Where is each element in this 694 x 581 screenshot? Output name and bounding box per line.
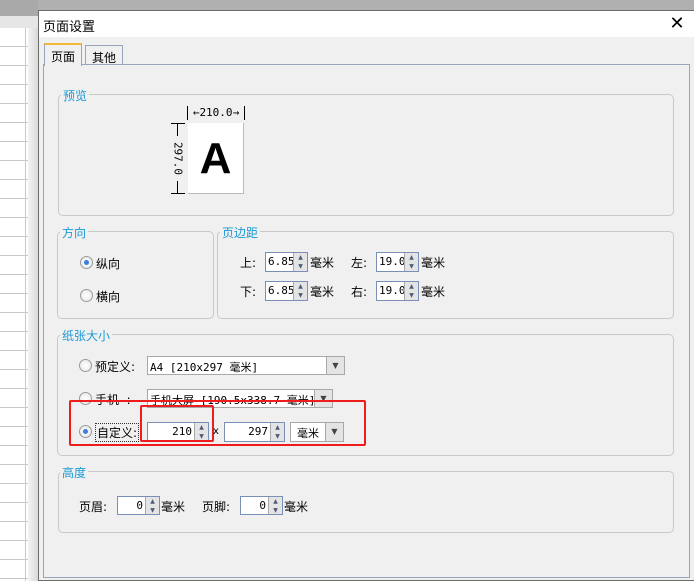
preview-width-dimension: ←210.0→ — [187, 106, 245, 120]
spin-down-icon[interactable]: ▼ — [146, 506, 159, 515]
unit-label: 毫米 — [284, 500, 309, 514]
dialog-title: 页面设置 — [43, 20, 96, 35]
custom-height-value[interactable]: 297 — [225, 423, 270, 441]
spin-down-icon[interactable]: ▼ — [405, 291, 418, 300]
unit-label: 毫米 — [310, 256, 335, 270]
spin-down-icon[interactable]: ▼ — [405, 262, 418, 271]
landscape-label[interactable]: 横向 — [96, 288, 120, 305]
preview-page: A — [188, 123, 244, 194]
preview-height: 297.0 — [171, 141, 185, 176]
portrait-radio[interactable] — [80, 256, 93, 269]
spin-down-icon[interactable]: ▼ — [271, 432, 284, 441]
footer-spinner[interactable]: 0 ▲ ▼ — [240, 496, 283, 515]
margin-left-value[interactable]: 19.05 — [377, 253, 404, 271]
preset-label[interactable]: 预定义: — [95, 358, 135, 375]
margin-bottom-label: 下: — [240, 285, 257, 299]
spin-down-icon[interactable]: ▼ — [294, 262, 307, 271]
header-value[interactable]: 0 — [118, 497, 145, 514]
unit-label: 毫米 — [310, 285, 335, 299]
spin-down-icon[interactable]: ▼ — [294, 291, 307, 300]
margins-group-label: 页边距 — [220, 224, 261, 241]
spin-down-icon[interactable]: ▼ — [269, 506, 282, 515]
unit-label: 毫米 — [421, 285, 446, 299]
unit-label: 毫米 — [421, 256, 446, 270]
portrait-label[interactable]: 纵向 — [96, 255, 120, 272]
background-spreadsheet — [0, 0, 38, 581]
preset-radio[interactable] — [79, 359, 92, 372]
tab-panel: 预览 ←210.0→ 297.0 A 方向 纵向 横向 页边距 上: 6.85 ▲… — [43, 64, 690, 578]
unit-value[interactable]: 毫米 — [291, 423, 325, 441]
footer-label: 页脚: — [202, 500, 231, 514]
spin-up-icon[interactable]: ▲ — [271, 423, 284, 432]
custom-height-spinner[interactable]: 297 ▲ ▼ — [224, 422, 285, 442]
page-setup-dialog: 页面设置 ✕ 页面 其他 预览 ←210.0→ 297.0 A 方向 纵向 横向… — [38, 10, 694, 581]
margin-right-value[interactable]: 19.05 — [377, 282, 404, 300]
chevron-down-icon[interactable]: ▼ — [325, 423, 343, 441]
margin-right-spinner[interactable]: 19.05▲▼ — [376, 281, 419, 301]
orientation-group-label: 方向 — [60, 224, 89, 241]
spin-up-icon[interactable]: ▲ — [294, 282, 307, 291]
title-bar: 页面设置 ✕ — [39, 11, 694, 37]
margins-group — [217, 231, 674, 319]
margin-left-label: 左: — [351, 256, 368, 270]
margin-top-spinner[interactable]: 6.85 ▲ ▼ — [265, 252, 308, 272]
margin-right-label: 右: — [351, 285, 368, 299]
spin-up-icon[interactable]: ▲ — [294, 253, 307, 262]
header-spinner[interactable]: 0 ▲ ▼ — [117, 496, 160, 515]
margin-top-label: 上: — [240, 256, 257, 270]
landscape-radio[interactable] — [80, 289, 93, 302]
spin-up-icon[interactable]: ▲ — [146, 497, 159, 506]
spin-up-icon[interactable]: ▲ — [269, 497, 282, 506]
margin-top-value[interactable]: 6.85 — [266, 253, 293, 271]
unit-label: 毫米 — [161, 500, 186, 514]
chevron-down-icon[interactable]: ▼ — [326, 357, 344, 374]
orientation-group — [57, 231, 214, 319]
height-group-label: 高度 — [60, 464, 89, 481]
times-label: x — [213, 426, 219, 437]
preset-value[interactable]: A4 [210x297 毫米] — [148, 357, 326, 374]
preview-width: 210.0 — [199, 106, 233, 119]
header-label: 页眉: — [79, 500, 108, 514]
unit-select[interactable]: 毫米 ▼ — [290, 422, 344, 442]
margin-left-spinner[interactable]: 19.05▲▼ — [376, 252, 419, 272]
footer-value[interactable]: 0 — [241, 497, 268, 514]
tab-other[interactable]: 其他 — [85, 45, 124, 65]
tab-page[interactable]: 页面 — [44, 43, 83, 66]
margin-bottom-spinner[interactable]: 6.85 ▲ ▼ — [265, 281, 308, 301]
margin-bottom-value[interactable]: 6.85 — [266, 282, 293, 300]
preview-height-dimension: 297.0 — [171, 123, 185, 194]
custom-label[interactable]: 自定义: — [95, 423, 140, 442]
preview-group-label: 预览 — [61, 87, 90, 104]
preview-group — [58, 94, 674, 216]
preset-select[interactable]: A4 [210x297 毫米] ▼ — [147, 356, 345, 375]
custom-radio[interactable] — [79, 425, 92, 438]
paper-size-group-label: 纸张大小 — [60, 327, 113, 344]
close-icon[interactable]: ✕ — [666, 13, 688, 35]
spin-up-icon[interactable]: ▲ — [405, 253, 418, 262]
spin-up-icon[interactable]: ▲ — [405, 282, 418, 291]
highlight-box-width — [140, 405, 214, 442]
